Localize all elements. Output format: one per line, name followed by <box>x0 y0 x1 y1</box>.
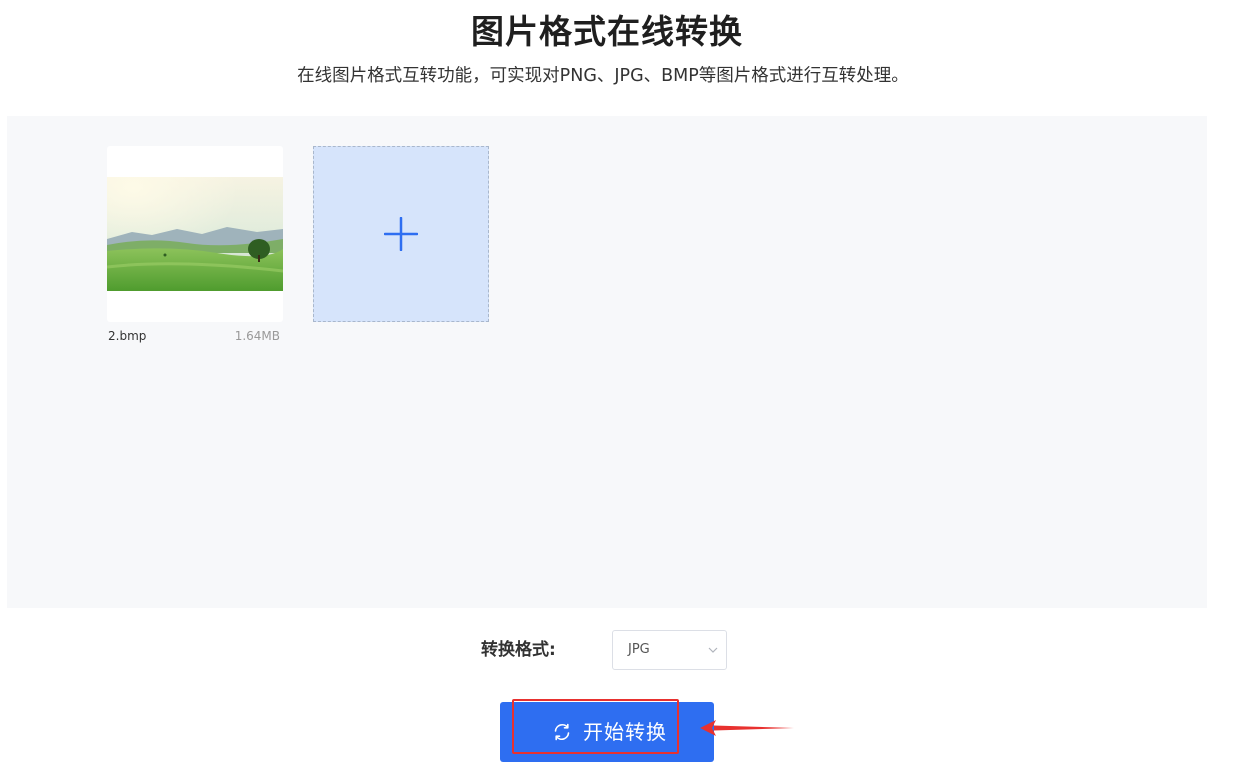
file-name: 2.bmp <box>108 329 147 343</box>
page-title: 图片格式在线转换 <box>471 12 743 51</box>
file-card[interactable] <box>107 146 283 322</box>
file-size: 1.64MB <box>234 329 280 343</box>
landscape-thumbnail <box>107 177 283 291</box>
add-file-button[interactable] <box>313 146 489 322</box>
start-convert-label: 开始转换 <box>583 720 667 744</box>
plus-icon <box>384 217 418 251</box>
format-label: 转换格式: <box>481 640 556 660</box>
refresh-icon <box>554 723 570 741</box>
format-select[interactable]: JPG <box>612 630 727 670</box>
start-convert-button[interactable]: 开始转换 <box>500 702 714 762</box>
chevron-down-icon <box>708 647 718 653</box>
format-select-value: JPG <box>628 642 650 657</box>
page-subtitle: 在线图片格式互转功能，可实现对PNG、JPG、BMP等图片格式进行互转处理。 <box>297 66 909 86</box>
annotation-arrow-icon <box>700 720 794 736</box>
